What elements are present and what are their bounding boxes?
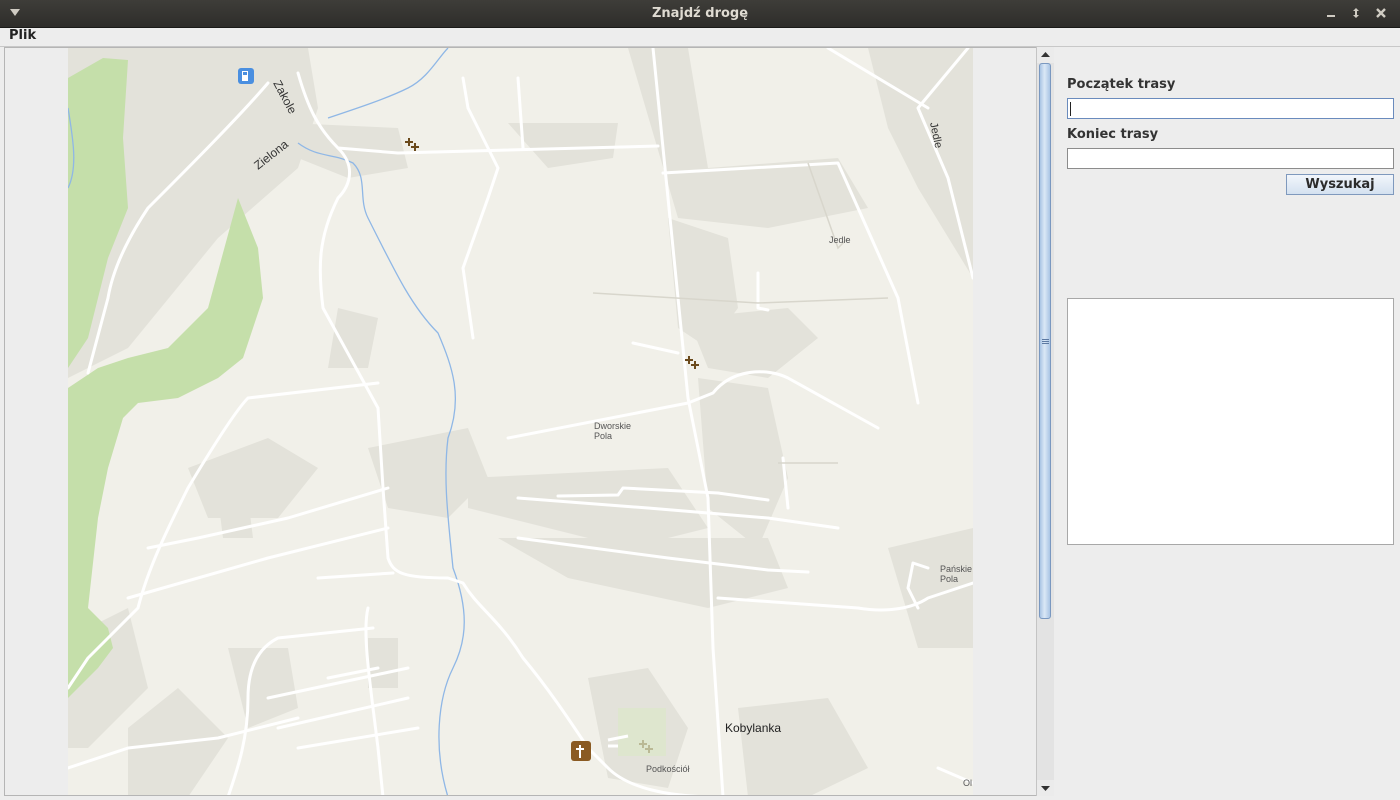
- arrow-up-icon: [1041, 52, 1050, 57]
- start-label: Początek trasy: [1067, 77, 1176, 92]
- results-textarea[interactable]: [1067, 298, 1394, 545]
- close-icon[interactable]: [1373, 5, 1389, 21]
- route-search-panel: Początek trasy Koniec trasy Wyszukaj: [1060, 47, 1400, 800]
- scroll-down-button[interactable]: [1037, 780, 1054, 796]
- window-title: Znajdź drogę: [651, 6, 749, 21]
- map-label-jedle: Jedle: [829, 235, 851, 245]
- map-canvas[interactable]: Zakole Zielona Jedle Jedle Dworskie Pola…: [68, 48, 973, 796]
- scrollbar-thumb[interactable]: [1039, 63, 1051, 619]
- scroll-up-button[interactable]: [1037, 47, 1054, 63]
- map-label-dworskie-pola: Pola: [594, 431, 612, 441]
- map-vertical-scrollbar[interactable]: [1036, 47, 1054, 796]
- scroll-grip: [1042, 341, 1049, 342]
- map-label-dworskie: Dworskie: [594, 421, 631, 431]
- fuel-station-icon: [238, 68, 254, 84]
- map-label-panskie: Pańskie: [940, 564, 972, 574]
- window-titlebar: Znajdź drogę: [0, 0, 1400, 28]
- map-park: [618, 708, 666, 756]
- arrow-down-icon: [1041, 786, 1050, 791]
- maximize-icon[interactable]: [1348, 5, 1364, 21]
- map-view[interactable]: Zakole Zielona Jedle Jedle Dworskie Pola…: [4, 47, 1054, 796]
- scroll-grip: [1042, 339, 1049, 340]
- start-input[interactable]: [1067, 98, 1394, 119]
- scroll-grip: [1042, 343, 1049, 344]
- menu-plik[interactable]: Plik: [9, 28, 36, 43]
- text-caret: [1070, 102, 1071, 116]
- map-label-kobylanka: Kobylanka: [725, 721, 781, 735]
- church-icon: [571, 741, 591, 761]
- search-button[interactable]: Wyszukaj: [1286, 174, 1394, 195]
- map-label-panskie-pola: Pola: [940, 574, 958, 584]
- minimize-icon[interactable]: [1323, 5, 1339, 21]
- end-input[interactable]: [1067, 148, 1394, 169]
- map-label-podkosciol: Podkościół: [646, 764, 690, 774]
- map-label-edge: Ol: [963, 778, 972, 788]
- end-label: Koniec trasy: [1067, 127, 1159, 142]
- menu-bar: Plik: [0, 28, 1400, 47]
